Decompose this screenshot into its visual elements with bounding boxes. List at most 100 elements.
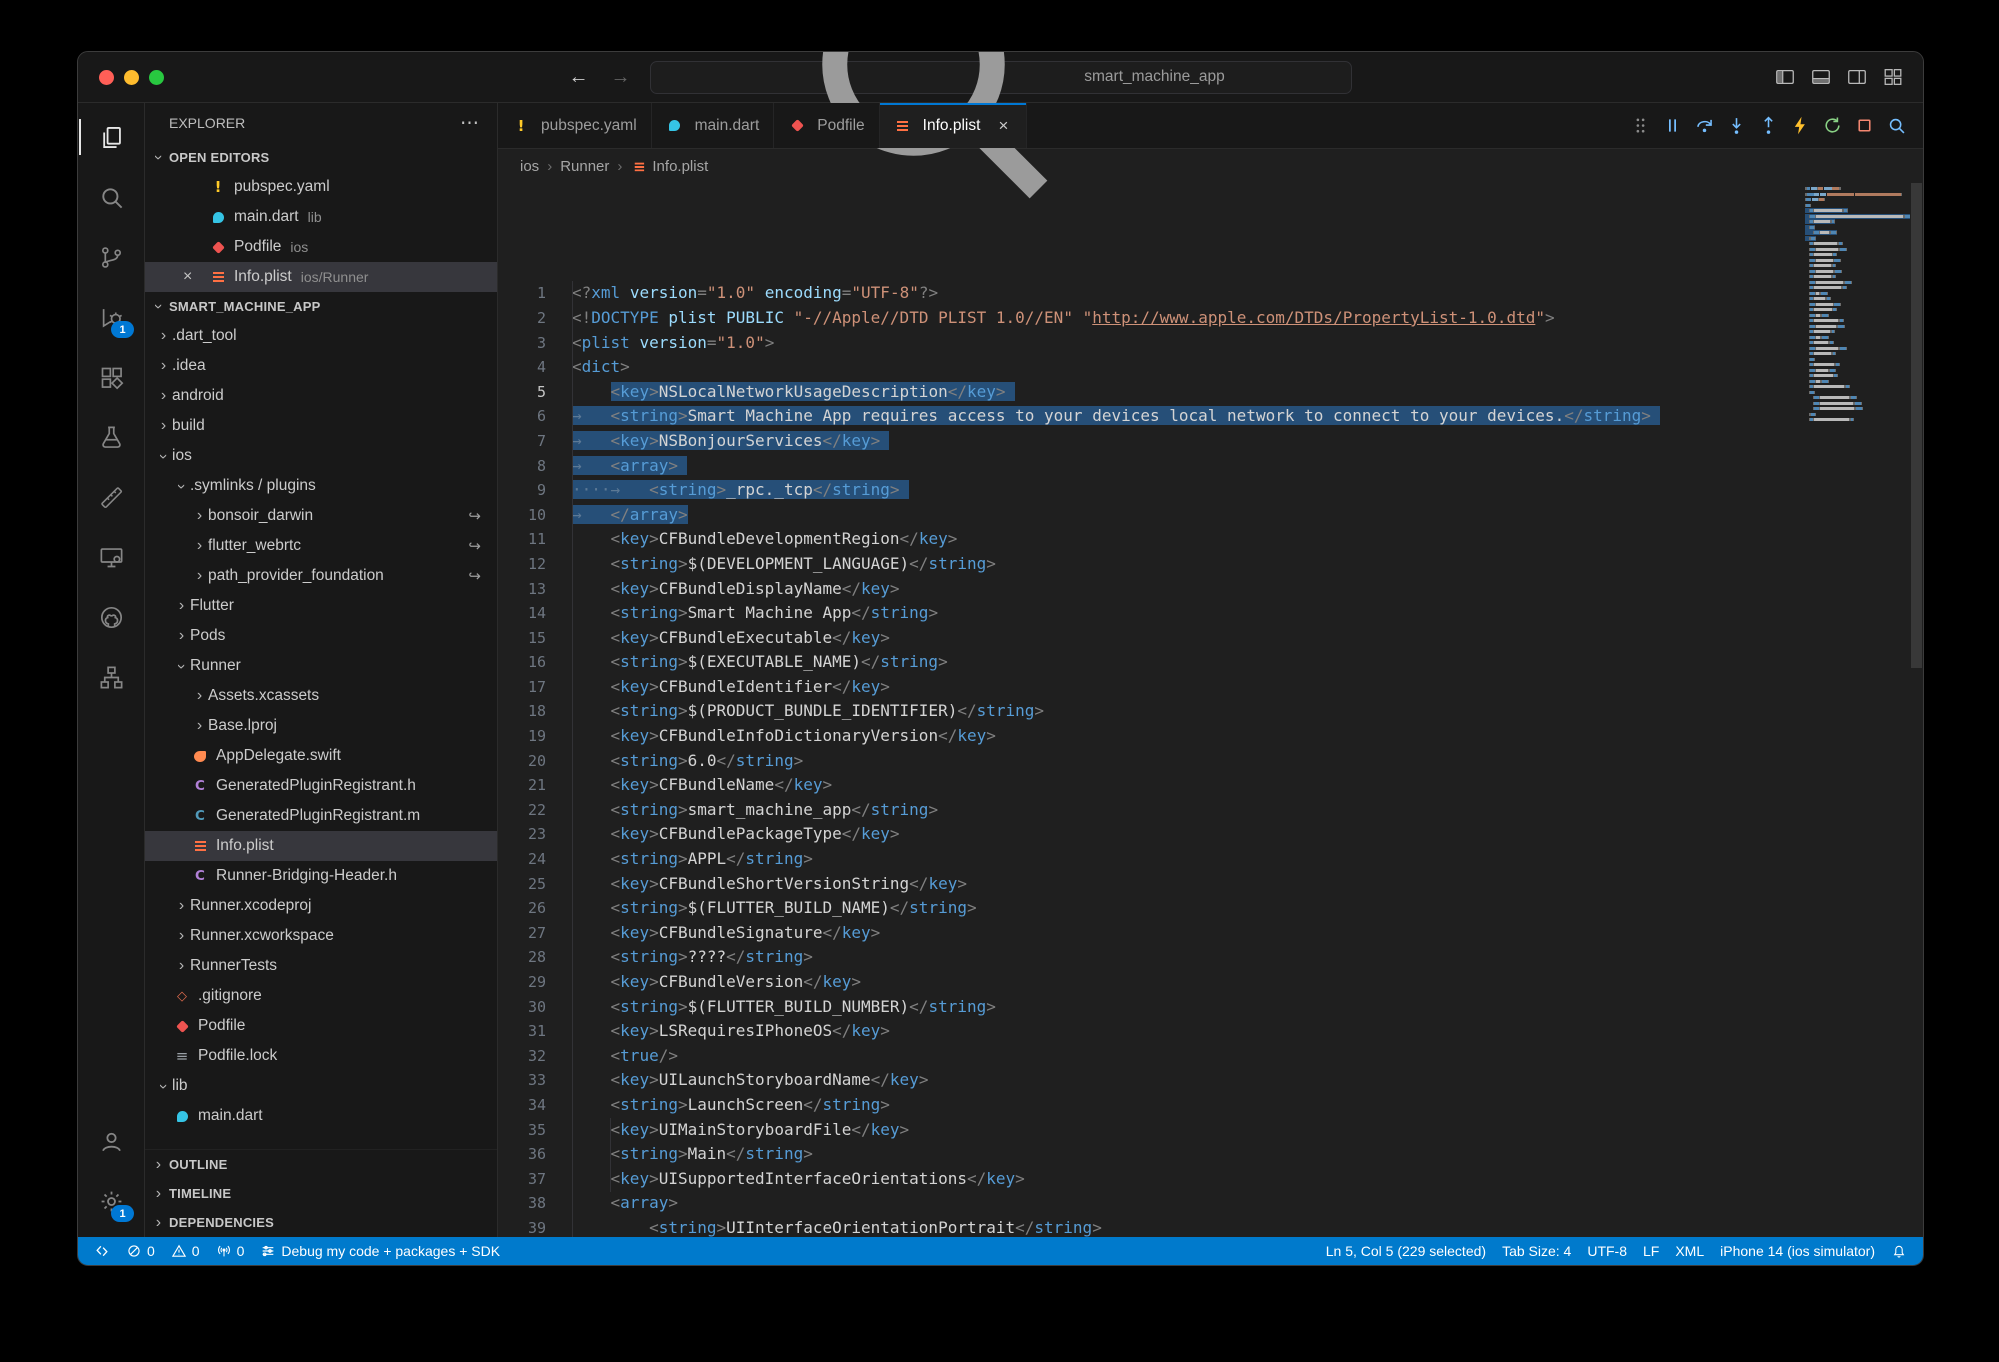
open-editor-item[interactable]: Podfileios bbox=[145, 232, 497, 262]
folder-item[interactable]: Pods bbox=[145, 621, 497, 651]
file-item[interactable]: .gitignore bbox=[145, 981, 497, 1011]
code-line[interactable]: 20 <string>6.0</string> bbox=[498, 749, 1800, 774]
toggle-sidebar-icon[interactable] bbox=[1769, 62, 1801, 92]
code-line[interactable]: 36 <string>Main</string> bbox=[498, 1142, 1800, 1167]
folder-item[interactable]: lib bbox=[145, 1071, 497, 1101]
tab-Podfile[interactable]: Podfile bbox=[774, 103, 879, 148]
code-line[interactable]: 10→ </array> bbox=[498, 503, 1800, 528]
tab-pubspec.yaml[interactable]: pubspec.yaml bbox=[498, 103, 652, 148]
file-item[interactable]: Podfile.lock bbox=[145, 1041, 497, 1071]
zoom-window-button[interactable] bbox=[149, 70, 164, 85]
code-line[interactable]: 11 <key>CFBundleDevelopmentRegion</key> bbox=[498, 527, 1800, 552]
activity-ruler-extension-button[interactable] bbox=[79, 467, 143, 527]
close-tab-icon[interactable] bbox=[994, 116, 1012, 136]
code-line[interactable]: 35 <key>UIMainStoryboardFile</key> bbox=[498, 1118, 1800, 1143]
code-line[interactable]: 9····→ <string>_rpc._tcp</string> bbox=[498, 478, 1800, 503]
toggle-secondary-sidebar-icon[interactable] bbox=[1841, 62, 1873, 92]
command-center-search[interactable]: smart_machine_app bbox=[650, 61, 1352, 94]
activity-settings-button[interactable]: 1 bbox=[79, 1171, 143, 1231]
close-window-button[interactable] bbox=[99, 70, 114, 85]
file-item[interactable]: GeneratedPluginRegistrant.h bbox=[145, 771, 497, 801]
close-editor-icon[interactable] bbox=[183, 268, 209, 286]
code-line[interactable]: 14 <string>Smart Machine App</string> bbox=[498, 601, 1800, 626]
code-line[interactable]: 5 <key>NSLocalNetworkUsageDescription</k… bbox=[498, 380, 1800, 405]
activity-search-button[interactable] bbox=[79, 167, 143, 227]
folder-item[interactable]: build bbox=[145, 411, 497, 441]
file-item[interactable]: Info.plist bbox=[145, 831, 497, 861]
minimap[interactable] bbox=[1800, 183, 1910, 1237]
customize-layout-icon[interactable] bbox=[1877, 62, 1909, 92]
hot-restart-button[interactable] bbox=[1818, 111, 1847, 140]
status-warnings[interactable]: 0 bbox=[163, 1237, 208, 1265]
status-cursor-position[interactable]: Ln 5, Col 5 (229 selected) bbox=[1318, 1237, 1494, 1265]
file-item[interactable]: Podfile bbox=[145, 1011, 497, 1041]
folder-item[interactable]: Flutter bbox=[145, 591, 497, 621]
code-line[interactable]: 29 <key>CFBundleVersion</key> bbox=[498, 970, 1800, 995]
code-line[interactable]: 27 <key>CFBundleSignature</key> bbox=[498, 921, 1800, 946]
folder-item[interactable]: bonsoir_darwin bbox=[145, 501, 497, 531]
code-line[interactable]: 23 <key>CFBundlePackageType</key> bbox=[498, 822, 1800, 847]
code-line[interactable]: 13 <key>CFBundleDisplayName</key> bbox=[498, 577, 1800, 602]
code-line[interactable]: 22 <string>smart_machine_app</string> bbox=[498, 798, 1800, 823]
activity-extensions-button[interactable] bbox=[79, 347, 143, 407]
code-line[interactable]: 34 <string>LaunchScreen</string> bbox=[498, 1093, 1800, 1118]
code-line[interactable]: 24 <string>APPL</string> bbox=[498, 847, 1800, 872]
drag-handle[interactable] bbox=[1626, 111, 1655, 140]
minimize-window-button[interactable] bbox=[124, 70, 139, 85]
activity-testing-button[interactable] bbox=[79, 407, 143, 467]
folder-item[interactable]: Assets.xcassets bbox=[145, 681, 497, 711]
folder-item[interactable]: flutter_webrtc bbox=[145, 531, 497, 561]
hot-reload-button[interactable] bbox=[1786, 111, 1815, 140]
code-line[interactable]: 4<dict> bbox=[498, 355, 1800, 380]
code-line[interactable]: 1<?xml version="1.0" encoding="UTF-8"?> bbox=[498, 281, 1800, 306]
status-encoding[interactable]: UTF-8 bbox=[1579, 1237, 1635, 1265]
code-line[interactable]: 38 <array> bbox=[498, 1191, 1800, 1216]
code-line[interactable]: 2<!DOCTYPE plist PUBLIC "-//Apple//DTD P… bbox=[498, 306, 1800, 331]
folder-item[interactable]: Runner.xcworkspace bbox=[145, 921, 497, 951]
code-lines[interactable]: 1<?xml version="1.0" encoding="UTF-8"?>2… bbox=[498, 183, 1800, 1237]
tab-main.dart[interactable]: main.dart bbox=[652, 103, 775, 148]
devtools-inspector-button[interactable] bbox=[1882, 111, 1911, 140]
code-line[interactable]: 12 <string>$(DEVELOPMENT_LANGUAGE)</stri… bbox=[498, 552, 1800, 577]
code-line[interactable]: 6→ <string>Smart Machine App requires ac… bbox=[498, 404, 1800, 429]
open-editor-item[interactable]: main.dartlib bbox=[145, 202, 497, 232]
folder-item[interactable]: .symlinks / plugins bbox=[145, 471, 497, 501]
more-actions-icon[interactable] bbox=[460, 112, 479, 135]
activity-accounts-button[interactable] bbox=[79, 1111, 143, 1171]
code-line[interactable]: 26 <string>$(FLUTTER_BUILD_NAME)</string… bbox=[498, 896, 1800, 921]
scrollbar-slider[interactable] bbox=[1911, 183, 1922, 668]
status-errors[interactable]: 0 bbox=[118, 1237, 163, 1265]
status-eol[interactable]: LF bbox=[1635, 1237, 1667, 1265]
folder-item[interactable]: ios bbox=[145, 441, 497, 471]
code-line[interactable]: 33 <key>UILaunchStoryboardName</key> bbox=[498, 1068, 1800, 1093]
open-editor-item[interactable]: Info.plistios/Runner bbox=[145, 262, 497, 292]
code-line[interactable]: 32 <true/> bbox=[498, 1044, 1800, 1069]
code-line[interactable]: 37 <key>UISupportedInterfaceOrientations… bbox=[498, 1167, 1800, 1192]
section-workspace[interactable]: SMART_MACHINE_APP bbox=[145, 292, 497, 321]
pause-button[interactable] bbox=[1658, 111, 1687, 140]
folder-item[interactable]: android bbox=[145, 381, 497, 411]
code-line[interactable]: 3<plist version="1.0"> bbox=[498, 331, 1800, 356]
code-line[interactable]: 8→ <array> bbox=[498, 454, 1800, 479]
section-outline[interactable]: OUTLINE bbox=[145, 1150, 497, 1179]
activity-run-and-debug-button[interactable]: 1 bbox=[79, 287, 143, 347]
folder-item[interactable]: RunnerTests bbox=[145, 951, 497, 981]
code-line[interactable]: 17 <key>CFBundleIdentifier</key> bbox=[498, 675, 1800, 700]
folder-item[interactable]: Runner bbox=[145, 651, 497, 681]
status-remote[interactable] bbox=[86, 1237, 118, 1265]
status-debug-config[interactable]: Debug my code + packages + SDK bbox=[252, 1237, 508, 1265]
folder-item[interactable]: Runner.xcodeproj bbox=[145, 891, 497, 921]
stop-button[interactable] bbox=[1850, 111, 1879, 140]
file-item[interactable]: main.dart bbox=[145, 1101, 497, 1131]
code-line[interactable]: 18 <string>$(PRODUCT_BUNDLE_IDENTIFIER)<… bbox=[498, 699, 1800, 724]
file-item[interactable]: GeneratedPluginRegistrant.m bbox=[145, 801, 497, 831]
code-line[interactable]: 30 <string>$(FLUTTER_BUILD_NUMBER)</stri… bbox=[498, 995, 1800, 1020]
tab-Info.plist[interactable]: Info.plist bbox=[880, 103, 1028, 148]
status-notifications[interactable] bbox=[1883, 1237, 1915, 1265]
code-line[interactable]: 21 <key>CFBundleName</key> bbox=[498, 773, 1800, 798]
folder-item[interactable]: Base.lproj bbox=[145, 711, 497, 741]
breadcrumb-Runner[interactable]: Runner bbox=[560, 158, 609, 175]
toggle-panel-icon[interactable] bbox=[1805, 62, 1837, 92]
status-ports[interactable]: 0 bbox=[208, 1237, 253, 1265]
editor-scrollbar[interactable] bbox=[1910, 183, 1923, 1237]
